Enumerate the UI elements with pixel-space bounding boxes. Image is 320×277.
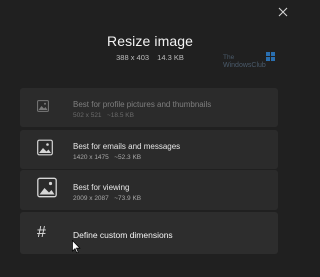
option-dimensions: 1420 x 1475 — [73, 154, 109, 161]
option-viewing[interactable]: Best for viewing 2009 x 2087 ~73.9 KB — [20, 170, 278, 210]
image-icon — [37, 139, 53, 160]
mouse-pointer-icon — [72, 240, 81, 254]
hash-icon: # — [37, 224, 46, 241]
option-emails-messages[interactable]: Best for emails and messages 1420 x 1475… — [20, 130, 278, 169]
svg-text:WindowsClub: WindowsClub — [223, 62, 266, 69]
option-size: ~73.9 KB — [114, 195, 142, 202]
option-title: Best for viewing — [73, 183, 130, 192]
option-custom-dimensions[interactable]: # Define custom dimensions — [20, 212, 278, 254]
close-icon[interactable] — [276, 6, 290, 20]
option-details: 502 x 521 ~18.5 KB — [73, 112, 134, 119]
option-profile-thumbnails[interactable]: Best for profile pictures and thumbnails… — [20, 88, 278, 127]
option-dimensions: 2009 x 2087 — [73, 195, 109, 202]
original-dimensions: 388 x 403 — [116, 53, 150, 62]
watermark-logo: The WindowsClub — [223, 52, 275, 69]
original-file-size: 14.3 KB — [157, 53, 184, 62]
image-icon — [37, 177, 57, 203]
svg-text:The: The — [223, 54, 235, 61]
option-title: Best for emails and messages — [73, 142, 181, 151]
option-size: ~18.5 KB — [106, 112, 134, 119]
option-size: ~52.3 KB — [114, 154, 142, 161]
option-details: 2009 x 2087 ~73.9 KB — [73, 195, 141, 202]
option-details: 1420 x 1475 ~52.3 KB — [73, 154, 141, 161]
option-title: Define custom dimensions — [73, 230, 173, 240]
image-icon — [37, 99, 49, 117]
dialog-title: Resize image — [106, 33, 193, 49]
resize-image-dialog: Resize image 388 x 403 14.3 KB The Windo… — [0, 0, 300, 277]
option-dimensions: 502 x 521 — [73, 112, 102, 119]
option-title: Best for profile pictures and thumbnails — [73, 100, 212, 109]
